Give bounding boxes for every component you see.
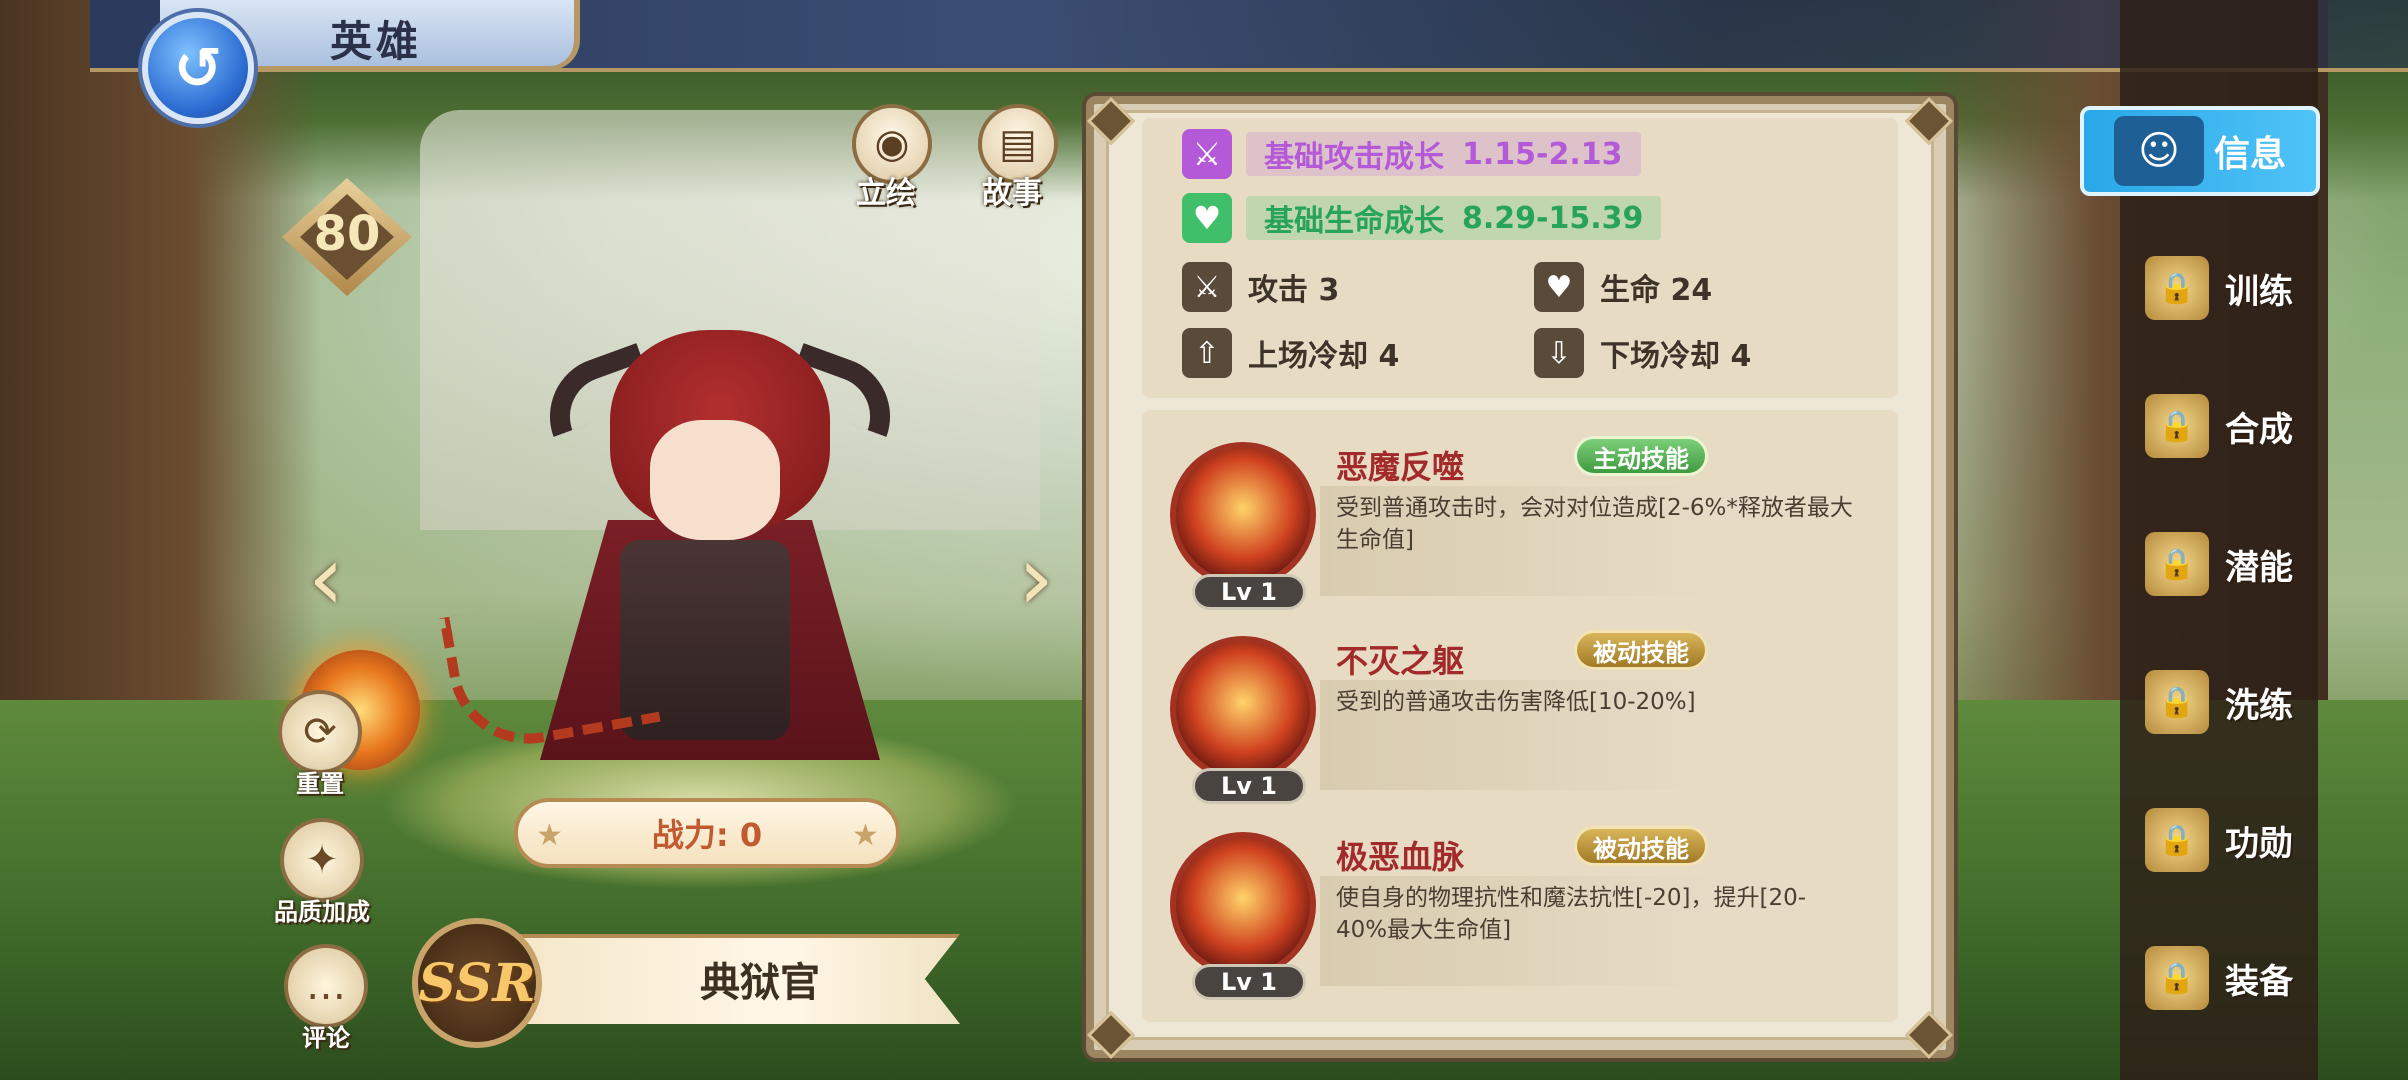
menu-item-refine[interactable]: 🔒 洗练 [2120, 654, 2318, 750]
back-arrow-icon: ↺ [173, 34, 223, 102]
reset-label: 重置 [296, 770, 344, 798]
atk-growth-bar: 基础攻击成长 1.15-2.13 [1246, 132, 1641, 176]
lock-icon: 🔒 [2145, 946, 2209, 1010]
skill-type-badge: 主动技能 [1574, 436, 1708, 476]
hp-growth-label: 基础生命成长 [1264, 204, 1444, 239]
skill-name: 极恶血脉 [1336, 838, 1465, 876]
skill-level: Lv 1 [1192, 964, 1306, 1000]
enter-cooldown-stat: ⇧ 上场冷却 4 [1182, 328, 1399, 378]
menu-item-label: 信息 [2214, 134, 2287, 175]
menu-item-label: 训练 [2225, 271, 2293, 312]
life-stat: ♥ 生命 24 [1534, 262, 1712, 312]
menu-item-info[interactable]: ☺ 信息 [2080, 106, 2320, 196]
attack-text: 攻击 3 [1248, 273, 1340, 308]
sword-icon: ⚔ [1182, 129, 1232, 179]
hero-name: 典狱官 [700, 960, 820, 1006]
menu-item-potential[interactable]: 🔒 潜能 [2120, 516, 2318, 612]
reset-icon: ⟳ [278, 690, 362, 774]
heart-icon: ♥ [1182, 193, 1232, 243]
hp-growth-row: ♥ 基础生命成长 8.29-15.39 [1182, 193, 1662, 243]
enter-cooldown-text: 上场冷却 4 [1248, 339, 1400, 374]
menu-item-label: 合成 [2225, 409, 2293, 450]
hero-face [650, 420, 780, 540]
portrait-label: 立绘 [856, 176, 916, 211]
hp-growth-value: 8.29-15.39 [1462, 200, 1644, 236]
lock-icon: 🔒 [2145, 394, 2209, 458]
background-tree-left [0, 0, 320, 800]
quality-bonus-button[interactable]: ✦ 品质加成 [274, 818, 370, 927]
menu-item-synthesis[interactable]: 🔒 合成 [2120, 378, 2318, 474]
quality-label: 品质加成 [274, 898, 370, 926]
undying-body-skill-icon [1170, 636, 1316, 782]
hero-level: 80 [313, 206, 381, 262]
demon-skull-skill-icon [1170, 442, 1316, 588]
star-icon: ★ [852, 818, 879, 853]
arrow-down-icon: ⇩ [1534, 328, 1584, 378]
skill-name: 不灭之躯 [1336, 642, 1465, 680]
menu-item-label: 功勋 [2225, 823, 2293, 864]
sword-icon: ⚔ [1182, 262, 1232, 312]
arrow-up-icon: ⇧ [1182, 328, 1232, 378]
reset-button[interactable]: ⟳ 重置 [278, 690, 362, 799]
lock-icon: 🔒 [2145, 808, 2209, 872]
skill-item[interactable]: Lv 1 极恶血脉 被动技能 使自身的物理抗性和魔法抗性[-20]，提升[20-… [1170, 826, 1880, 1012]
menu-item-label: 装备 [2225, 961, 2293, 1002]
menu-item-equipment[interactable]: 🔒 装备 [2120, 930, 2318, 1026]
power-bar: 战力: 0 [514, 798, 900, 868]
atk-growth-label: 基础攻击成长 [1264, 140, 1444, 175]
quality-icon: ✦ [280, 818, 364, 902]
lock-icon: 🔒 [2145, 532, 2209, 596]
lock-icon: 🔒 [2145, 256, 2209, 320]
menu-item-label: 洗练 [2225, 685, 2293, 726]
menu-item-training[interactable]: 🔒 训练 [2120, 240, 2318, 336]
eye-icon: ◉ [874, 121, 910, 167]
rarity-badge: SSR [412, 918, 542, 1048]
menu-item-merit[interactable]: 🔒 功勋 [2120, 792, 2318, 888]
star-icon: ★ [536, 818, 563, 853]
power-text: 战力: 0 [651, 816, 763, 854]
prev-hero-arrow[interactable]: ‹ [296, 534, 356, 624]
book-icon: ▤ [999, 121, 1037, 167]
skill-description: 使自身的物理抗性和魔法抗性[-20]，提升[20-40%最大生命值] [1336, 885, 1807, 943]
skill-type-badge: 被动技能 [1574, 630, 1708, 670]
comment-button[interactable]: … 评论 [284, 944, 368, 1053]
story-label: 故事 [982, 176, 1042, 211]
menu-item-label: 潜能 [2225, 547, 2293, 588]
atk-growth-value: 1.15-2.13 [1462, 136, 1623, 172]
skill-level: Lv 1 [1192, 768, 1306, 804]
lock-icon: 🔒 [2145, 670, 2209, 734]
exit-cooldown-text: 下场冷却 4 [1600, 339, 1752, 374]
chat-bubble-icon: … [284, 944, 368, 1028]
skill-item[interactable]: Lv 1 不灭之躯 被动技能 受到的普通攻击伤害降低[10-20%] [1170, 630, 1880, 816]
skill-type-badge: 被动技能 [1574, 826, 1708, 866]
profile-icon: ☺ [2114, 116, 2204, 186]
skill-description: 受到的普通攻击伤害降低[10-20%] [1336, 689, 1696, 715]
page-title: 英雄 [330, 17, 423, 66]
comment-label: 评论 [302, 1024, 350, 1052]
heart-icon: ♥ [1534, 262, 1584, 312]
exit-cooldown-stat: ⇩ 下场冷却 4 [1534, 328, 1751, 378]
rarity-text: SSR [418, 952, 536, 1014]
skill-level: Lv 1 [1192, 574, 1306, 610]
atk-growth-row: ⚔ 基础攻击成长 1.15-2.13 [1182, 129, 1641, 179]
attack-stat: ⚔ 攻击 3 [1182, 262, 1339, 312]
evil-bloodline-skill-icon [1170, 832, 1316, 978]
skill-name: 恶魔反噬 [1336, 448, 1465, 486]
skill-description: 受到普通攻击时，会对对位造成[2-6%*释放者最大生命值] [1336, 495, 1853, 553]
life-text: 生命 24 [1600, 273, 1713, 308]
back-button[interactable]: ↺ [142, 12, 254, 124]
hp-growth-bar: 基础生命成长 8.29-15.39 [1246, 196, 1662, 240]
next-hero-arrow[interactable]: › [1006, 534, 1066, 624]
skill-item[interactable]: Lv 1 恶魔反噬 主动技能 受到普通攻击时，会对对位造成[2-6%*释放者最大… [1170, 436, 1880, 622]
